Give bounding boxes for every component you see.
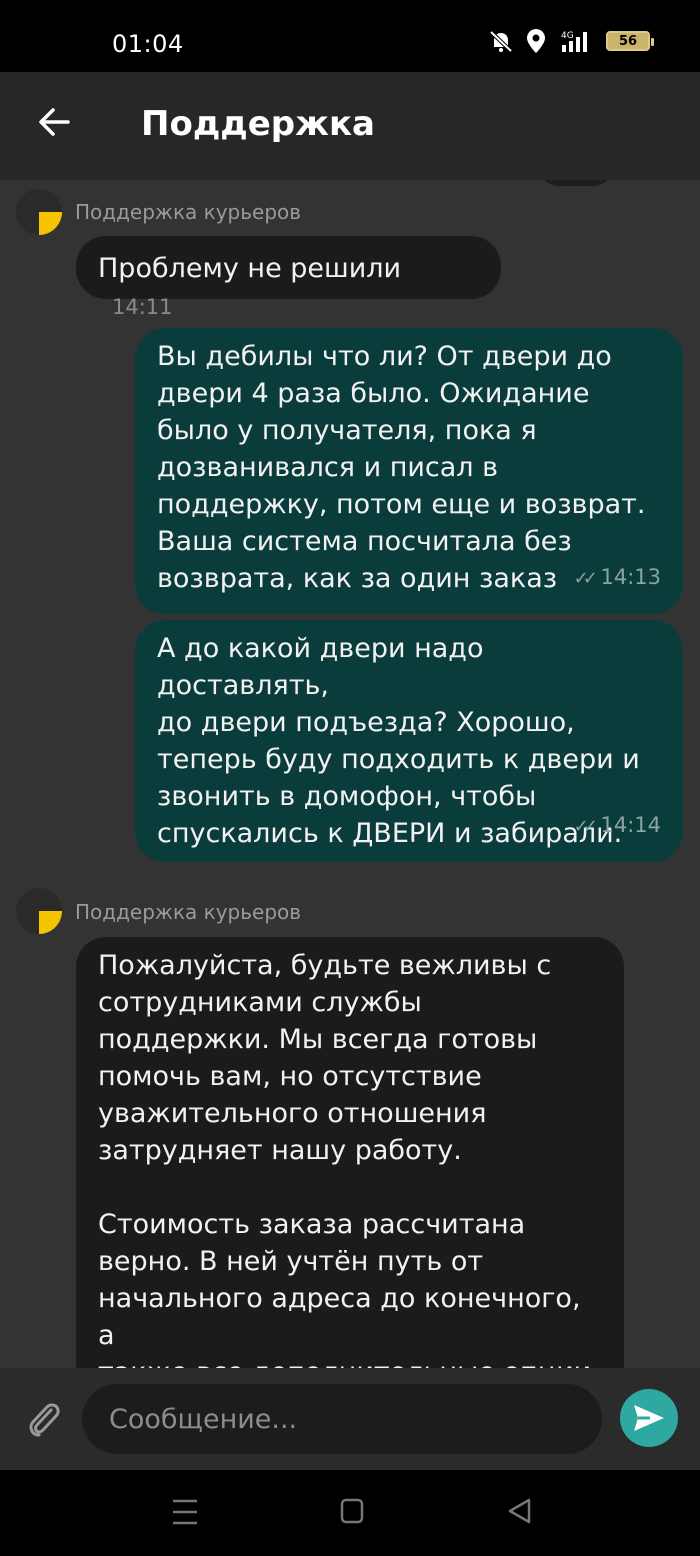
sender-name: Поддержка курьеров: [75, 200, 302, 224]
message-text: Пожалуйста, будьте вежливы с сотрудникам…: [98, 950, 600, 1368]
send-icon: [634, 1405, 664, 1431]
status-time: 01:04: [112, 30, 184, 58]
signal-4g-icon: 4G: [561, 31, 587, 52]
message-composer: [0, 1368, 700, 1470]
message-text: Проблему не решили: [98, 253, 402, 284]
menu-lines-icon[interactable]: [172, 1498, 198, 1526]
support-avatar: [16, 888, 62, 934]
message-bubble-incoming[interactable]: Проблему не решили 14:11: [76, 236, 501, 319]
mute-bell-icon: [489, 30, 513, 53]
message-bubble-outgoing[interactable]: Вы дебилы что ли? От двери до двери 4 ра…: [135, 328, 683, 614]
message-time: 14:14: [600, 813, 661, 837]
message-bubble-incoming[interactable]: Пожалуйста, будьте вежливы с сотрудникам…: [76, 937, 624, 1368]
message-meta: ✓✓ 14:13: [574, 559, 661, 597]
system-nav-bar: [0, 1470, 700, 1556]
page-title: Поддержка: [141, 104, 375, 144]
battery-level: 56: [618, 33, 638, 49]
arrow-left-icon[interactable]: [34, 102, 74, 142]
message-meta: ✓✓ 14:14: [574, 807, 661, 845]
read-checkmarks-icon: ✓✓: [573, 816, 598, 837]
sender-name: Поддержка курьеров: [75, 900, 302, 924]
home-square-icon[interactable]: [340, 1498, 364, 1524]
send-button[interactable]: [620, 1389, 678, 1447]
support-avatar: [16, 189, 62, 235]
read-checkmarks-icon: ✓✓: [573, 568, 598, 589]
paperclip-icon[interactable]: [24, 1398, 64, 1440]
battery-icon: 56: [606, 31, 654, 51]
app-bar: Поддержка: [0, 72, 700, 180]
status-bar: 01:04 4G 56: [0, 0, 700, 72]
status-icons: 4G 56: [488, 28, 654, 54]
location-pin-icon: [527, 29, 545, 53]
message-time: 14:13: [600, 565, 661, 589]
message-bubble-outgoing[interactable]: А до какой двери надо доставлять, до две…: [135, 620, 683, 862]
message-input[interactable]: [82, 1384, 602, 1454]
back-triangle-icon[interactable]: [507, 1498, 531, 1524]
network-label: 4G: [561, 31, 574, 41]
message-time: 14:11: [112, 295, 173, 319]
previous-message-fragment: [540, 180, 612, 186]
chat-thread[interactable]: Поддержка курьеров Проблему не решили 14…: [0, 180, 700, 1368]
